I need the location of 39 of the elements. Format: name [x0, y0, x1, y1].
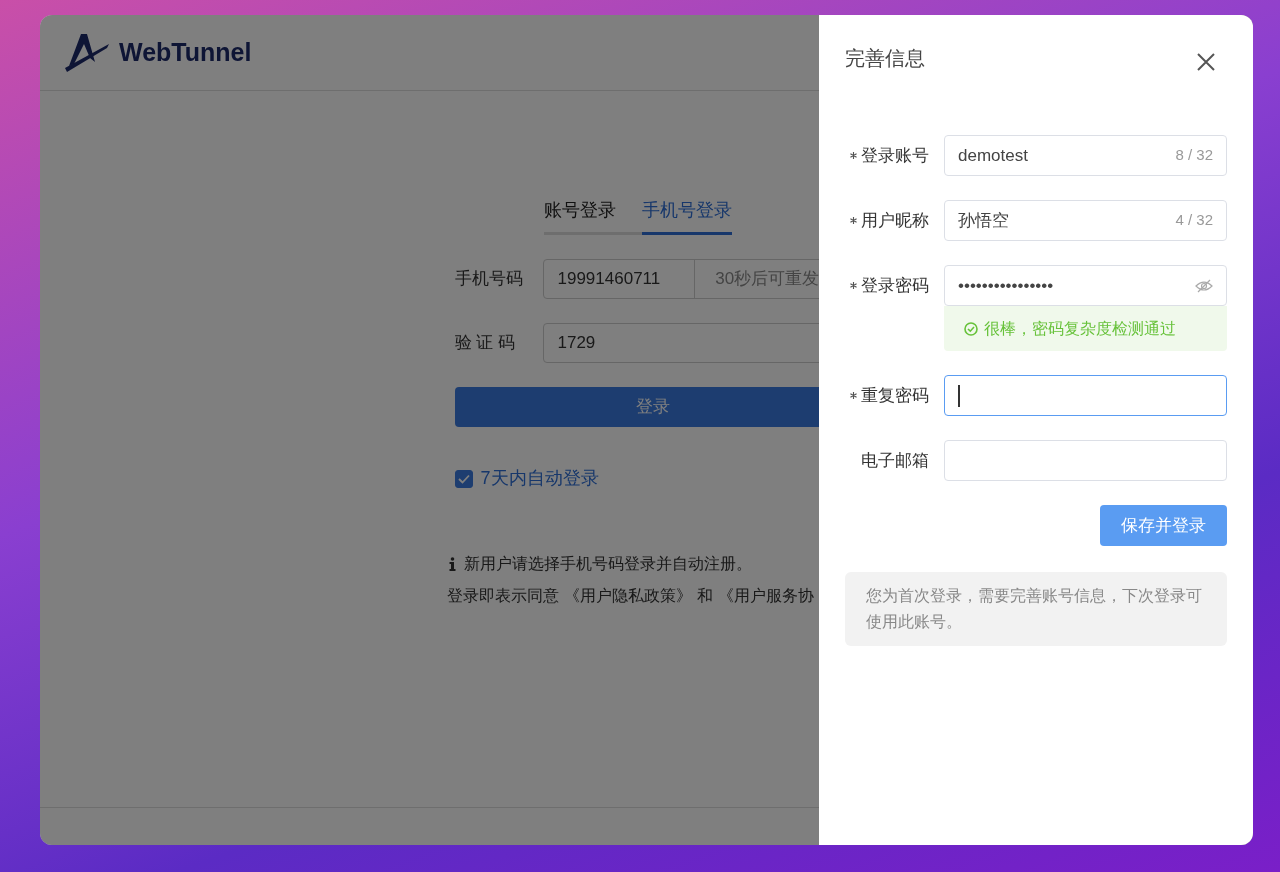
- check-circle-icon: [964, 321, 978, 336]
- field-label: 登录密码: [861, 274, 929, 297]
- info-message: 您为首次登录，需要完善账号信息，下次登录可使用此账号。: [845, 572, 1227, 646]
- password-hint: 很棒，密码复杂度检测通过: [984, 318, 1176, 339]
- input-field[interactable]: [944, 440, 1227, 481]
- agreement-text: 和: [696, 586, 713, 606]
- field-label: 登录账号: [861, 144, 929, 167]
- password-field[interactable]: ••••••••••••••••: [944, 265, 1227, 306]
- logo-icon: [65, 33, 109, 72]
- login-tab[interactable]: 账号登录: [543, 197, 642, 235]
- input-field[interactable]: 孙悟空 4 / 32: [944, 200, 1227, 241]
- checkbox-label: 7天内自动登录: [480, 467, 599, 490]
- field-label: 电子邮箱: [861, 449, 929, 472]
- field-label: 手机号码: [454, 268, 524, 291]
- field-value: 19991460711: [557, 268, 661, 291]
- password-field[interactable]: [944, 375, 1227, 416]
- checkbox[interactable]: [454, 469, 473, 488]
- terms-link[interactable]: 《用户服务协: [717, 584, 814, 608]
- field-label: 验 证 码: [454, 332, 516, 355]
- field-value: demotest: [958, 144, 1028, 167]
- char-counter: 4 / 32: [1175, 210, 1213, 231]
- eye-slash-icon[interactable]: [1195, 278, 1213, 293]
- close-icon: [1197, 52, 1215, 71]
- login-tab[interactable]: 手机号登录: [641, 197, 732, 235]
- char-counter: 8 / 32: [1175, 145, 1213, 166]
- text-cursor: [958, 384, 960, 407]
- input-field[interactable]: demotest 8 / 32: [944, 135, 1227, 176]
- check-icon: [457, 473, 470, 484]
- field-value: 孙悟空: [958, 209, 1009, 232]
- save-button[interactable]: 保存并登录: [1100, 505, 1227, 546]
- field-value: ••••••••••••••••: [958, 274, 1054, 297]
- field-label: 用户昵称: [861, 209, 929, 232]
- field-label: 重复密码: [861, 384, 929, 407]
- agreement-text: 登录即表示同意: [446, 586, 559, 606]
- drawer-title: 完善信息: [845, 46, 925, 71]
- notice-text: 新用户请选择手机号码登录并自动注册。: [463, 554, 752, 574]
- info-icon: [448, 557, 456, 571]
- privacy-link[interactable]: 《用户隐私政策》: [563, 584, 692, 608]
- logo-text: WebTunnel: [119, 36, 252, 68]
